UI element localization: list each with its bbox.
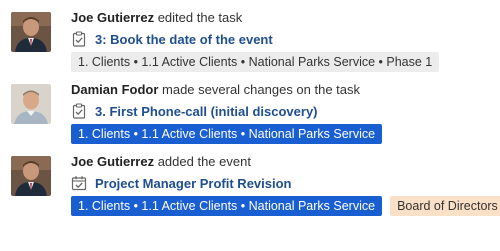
action-text: edited the task (154, 10, 243, 25)
activity-description: Damian Fodor made several changes on the… (71, 82, 390, 98)
task-clipboard-icon (72, 31, 86, 47)
event-line: Project Manager Profit Revision (71, 174, 500, 192)
avatar[interactable] (11, 84, 51, 124)
project-tag[interactable]: 1. Clients • 1.1 Active Clients • Nation… (71, 196, 383, 216)
actor-name[interactable]: Joe Gutierrez (71, 154, 154, 169)
person-photo-icon (11, 12, 51, 52)
task-clipboard-icon (72, 103, 86, 119)
activity-description: Joe Gutierrez edited the task (71, 10, 447, 26)
action-text: added the event (154, 154, 251, 169)
task-line: 3: Book the date of the event (71, 30, 447, 48)
actor-name[interactable]: Joe Gutierrez (71, 10, 154, 25)
avatar[interactable] (11, 12, 51, 52)
tag-list: 1. Clients • 1.1 Active Clients • Nation… (71, 196, 500, 216)
action-text: made several changes on the task (158, 82, 361, 97)
task-line: 3. First Phone-call (initial discovery) (71, 102, 390, 120)
task-link[interactable]: 3. First Phone-call (initial discovery) (95, 104, 318, 119)
actor-name[interactable]: Damian Fodor (71, 82, 158, 97)
task-link[interactable]: 3: Book the date of the event (95, 32, 273, 47)
avatar[interactable] (11, 156, 51, 196)
tag-list: 1. Clients • 1.1 Active Clients • Nation… (71, 124, 390, 144)
calendar-check-icon (71, 176, 87, 191)
event-link[interactable]: Project Manager Profit Revision (95, 176, 292, 191)
person-photo-icon (11, 84, 51, 124)
person-photo-icon (11, 156, 51, 196)
activity-description: Joe Gutierrez added the event (71, 154, 500, 170)
project-tag[interactable]: 1. Clients • 1.1 Active Clients • Nation… (71, 124, 383, 144)
calendar-tag[interactable]: Board of Directors (390, 196, 500, 216)
tag-list: 1. Clients • 1.1 Active Clients • Nation… (71, 52, 447, 72)
project-tag[interactable]: 1. Clients • 1.1 Active Clients • Nation… (71, 52, 440, 72)
